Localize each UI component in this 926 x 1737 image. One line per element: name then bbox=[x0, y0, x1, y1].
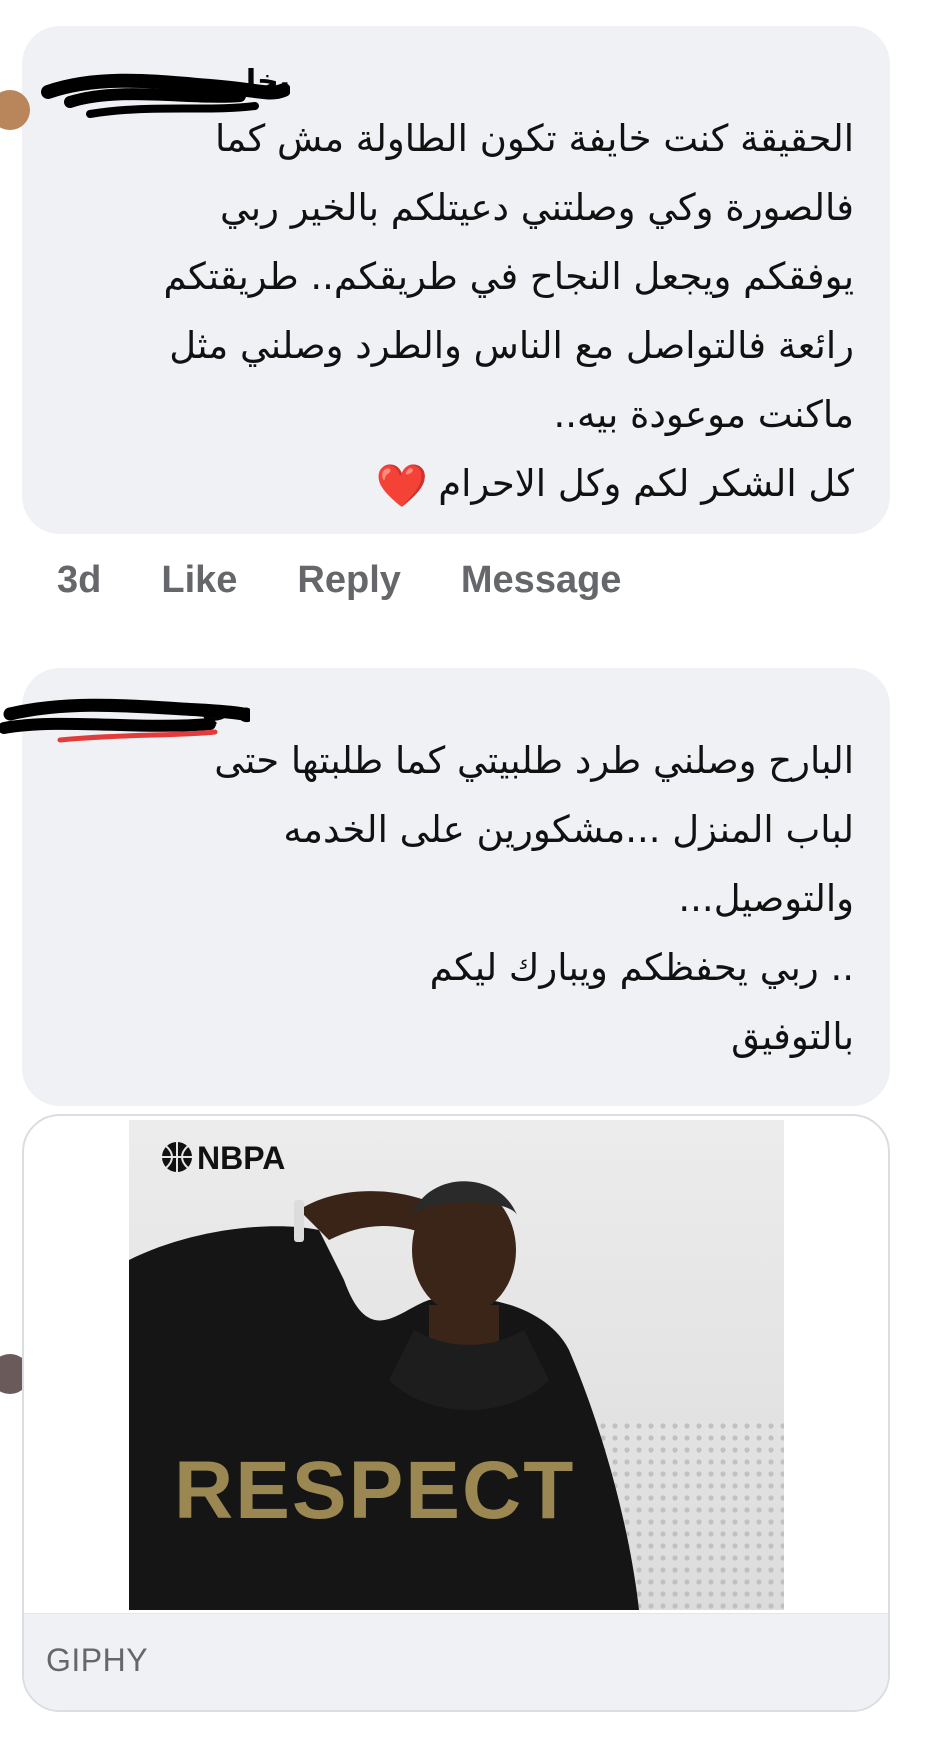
heart-icon: ❤️ bbox=[375, 461, 429, 510]
nbpa-logo: NBPA bbox=[162, 1140, 285, 1176]
comment-text: البارح وصلني طرد طلبيتي كما طلبتها حتى ل… bbox=[54, 726, 854, 1071]
comment-line: ماكنت موعودة بيه.. bbox=[553, 393, 854, 436]
comment-line: فالصورة وكي وصلتني دعيتلكم بالخير ربي bbox=[219, 186, 854, 229]
comment-line: يوفقكم ويجعل النجاح في طريقكم.. طريقتكم bbox=[163, 255, 854, 298]
gif-source-label[interactable]: GIPHY bbox=[46, 1642, 148, 1679]
comment-actions: 3d Like Reply Message bbox=[57, 557, 681, 603]
comment-line: البارح وصلني طرد طلبيتي كما طلبتها حتى bbox=[214, 739, 854, 782]
comment-timestamp[interactable]: 3d bbox=[57, 559, 101, 602]
comment-line: بالتوفيق bbox=[731, 1015, 854, 1058]
logo-text: NBPA bbox=[197, 1140, 285, 1176]
gif-footer: GIPHY bbox=[24, 1613, 888, 1710]
avatar[interactable] bbox=[0, 90, 30, 130]
gif-attachment[interactable]: NBPA RESPECT GIPHY bbox=[22, 1114, 890, 1712]
comment-line: .. ربي يحفظكم ويبارك ليكم bbox=[429, 946, 854, 989]
comment-author[interactable]: مي bbox=[201, 690, 250, 725]
like-button[interactable]: Like bbox=[161, 559, 237, 602]
comment-bubble[interactable]: بخلي الحقيقة كنت خايفة تكون الطاولة مش ك… bbox=[0, 26, 890, 534]
comment-author[interactable]: بخلي bbox=[215, 64, 290, 99]
message-button[interactable]: Message bbox=[461, 559, 622, 602]
comment-text: الحقيقة كنت خايفة تكون الطاولة مش كما فا… bbox=[54, 104, 854, 520]
gif-image[interactable]: NBPA RESPECT bbox=[129, 1120, 784, 1610]
comment-line: الحقيقة كنت خايفة تكون الطاولة مش كما bbox=[215, 117, 854, 160]
comment-bubble[interactable]: مي البارح وصلني طرد طلبيتي كما طلبتها حت… bbox=[0, 668, 890, 1394]
comment-line: لباب المنزل ...مشكورين على الخدمه bbox=[283, 808, 854, 851]
comment-line: رائعة فالتواصل مع الناس والطرد وصلني مثل bbox=[169, 324, 854, 367]
gif-overlay-text: RESPECT bbox=[174, 1445, 575, 1536]
reply-button[interactable]: Reply bbox=[297, 559, 400, 602]
comment-line-with-heart: كل الشكر لكم وكل الاحرام❤️ bbox=[54, 449, 854, 520]
comment-line: والتوصيل... bbox=[678, 877, 854, 920]
comment-line: كل الشكر لكم وكل الاحرام bbox=[438, 462, 854, 505]
